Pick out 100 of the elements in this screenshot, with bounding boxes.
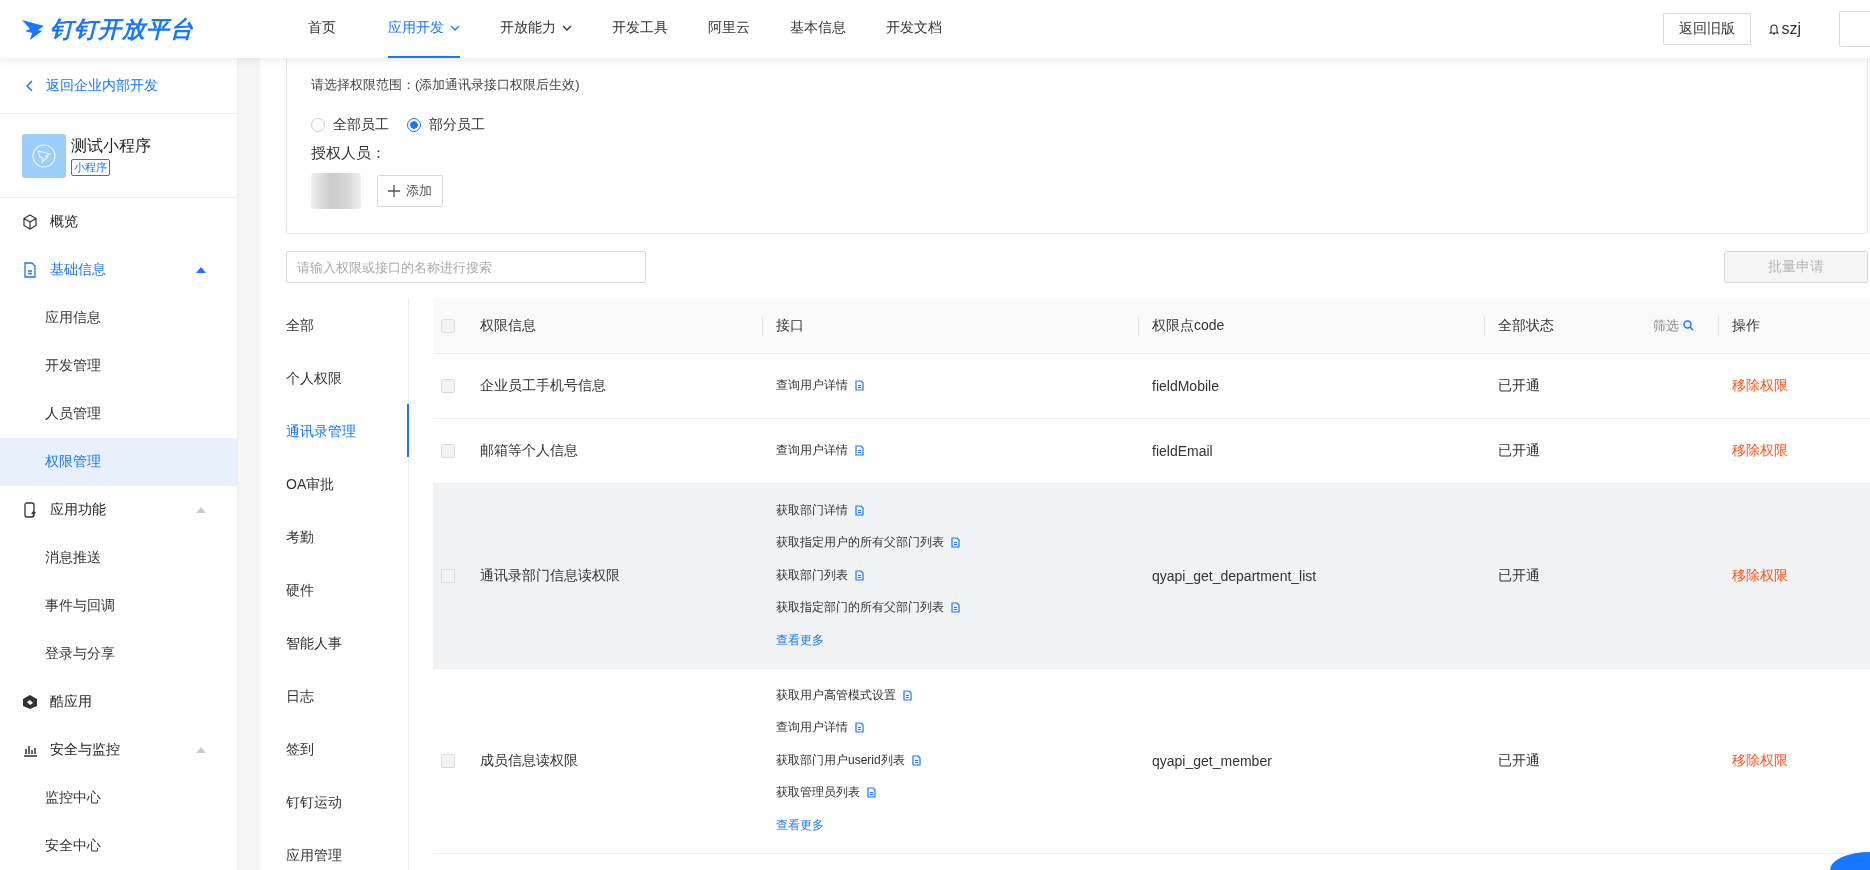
- table-cell: qyapi_get_member: [1152, 753, 1272, 769]
- category-tab[interactable]: 钉钉运动: [286, 775, 409, 828]
- chevron-down-icon: [562, 25, 572, 31]
- category-tab[interactable]: 考勤: [286, 510, 409, 563]
- sidebar-item[interactable]: 安全与监控: [0, 726, 237, 774]
- phone-bolt-icon: [22, 502, 38, 518]
- document-icon: [867, 787, 876, 799]
- table-cell: 成员信息读权限: [480, 752, 578, 770]
- category-tab[interactable]: 通讯录管理: [286, 404, 409, 457]
- checkbox[interactable]: [441, 318, 455, 333]
- category-tab[interactable]: 应用管理: [286, 828, 409, 870]
- sidebar-item[interactable]: 安全中心: [0, 822, 237, 870]
- old-version-button[interactable]: 返回旧版: [1663, 13, 1752, 45]
- checkbox[interactable]: [441, 444, 455, 458]
- app-name: 测试小程序: [71, 135, 151, 156]
- category-tab[interactable]: OA审批: [286, 457, 409, 510]
- table-cell: fieldMobile: [1152, 378, 1219, 394]
- table-cell: 已开通: [1498, 377, 1540, 395]
- category-tab[interactable]: 智能人事: [286, 616, 409, 669]
- radio-option[interactable]: 部分员工: [407, 116, 485, 134]
- document-icon: [855, 379, 864, 391]
- api-name: 获取指定用户的所有父部门列表: [776, 534, 944, 552]
- document-icon: [855, 504, 864, 516]
- add-button[interactable]: 添加: [377, 175, 443, 207]
- api-name: 查询用户详情: [776, 719, 848, 737]
- document-icon: [22, 262, 38, 278]
- avatar: [311, 173, 361, 209]
- api-name: 获取管理员列表: [776, 784, 860, 802]
- user-name[interactable]: szj: [1781, 20, 1801, 38]
- chevron-down-icon: [450, 25, 460, 31]
- nav-tab[interactable]: 开发工具: [612, 0, 668, 58]
- filter-link[interactable]: 筛选: [1653, 316, 1694, 335]
- api-name: 获取部门用户userid列表: [776, 751, 905, 769]
- back-link[interactable]: 返回企业内部开发: [0, 58, 237, 114]
- document-icon: [855, 722, 864, 734]
- column-header: 操作: [1732, 316, 1760, 335]
- radio-label: 部分员工: [429, 116, 485, 134]
- scope-hint: 请选择权限范围：(添加通讯录接口权限后生效): [311, 76, 581, 94]
- nav-tab[interactable]: 基本信息: [790, 0, 846, 58]
- search-icon: [1683, 320, 1694, 331]
- document-icon: [855, 569, 864, 581]
- radio-option[interactable]: 全部员工: [311, 116, 389, 134]
- plus-icon: [388, 185, 400, 197]
- category-tab[interactable]: 日志: [286, 669, 409, 722]
- table-cell: qyapi_get_department_list: [1152, 568, 1317, 584]
- app-tag: 小程序: [71, 158, 110, 176]
- document-icon: [951, 602, 960, 614]
- sidebar-item[interactable]: 监控中心: [0, 774, 237, 822]
- api-name: 查询用户详情: [776, 441, 848, 459]
- column-header: 权限点code: [1152, 316, 1225, 335]
- search-field[interactable]: 请输入权限或接口的名称进行搜索: [286, 251, 646, 283]
- view-more-link[interactable]: 查看更多: [776, 809, 824, 841]
- table-cell: fieldEmail: [1152, 443, 1213, 459]
- category-tab[interactable]: 个人权限: [286, 351, 409, 404]
- category-tab[interactable]: 硬件: [286, 563, 409, 616]
- table-cell: 通讯录部门信息读权限: [480, 567, 620, 585]
- radio-label: 全部员工: [333, 116, 389, 134]
- document-icon: [855, 444, 864, 456]
- cube-icon: [22, 694, 38, 710]
- chevron-left-icon: [26, 79, 34, 92]
- nav-tab[interactable]: 首页: [308, 0, 336, 58]
- view-more-link[interactable]: 查看更多: [776, 624, 824, 656]
- category-tab[interactable]: 全部: [286, 298, 409, 351]
- sidebar-item[interactable]: 酷应用: [0, 678, 237, 726]
- document-icon: [951, 537, 960, 549]
- authorized-label: 授权人员：: [311, 144, 387, 163]
- checkbox[interactable]: [441, 754, 455, 768]
- nav-tab[interactable]: 开发文档: [886, 0, 942, 58]
- sidebar-item[interactable]: 人员管理: [0, 390, 237, 438]
- column-header: 接口: [776, 316, 804, 335]
- sidebar-item[interactable]: 应用信息: [0, 294, 237, 342]
- sidebar-item[interactable]: 消息推送: [0, 534, 237, 582]
- api-name: 获取指定部门的所有父部门列表: [776, 599, 944, 617]
- table-cell: 已开通: [1498, 752, 1540, 770]
- checkbox[interactable]: [441, 379, 455, 393]
- header-button[interactable]: [1839, 11, 1870, 47]
- table-cell: 已开通: [1498, 567, 1540, 585]
- api-name: 获取用户高管模式设置: [776, 686, 896, 704]
- app-logo-icon: [31, 142, 57, 169]
- logo-icon: [20, 17, 46, 41]
- document-icon: [903, 689, 912, 701]
- sidebar-item[interactable]: 概览: [0, 198, 237, 246]
- cube-icon: [22, 214, 38, 230]
- table-cell: 企业员工手机号信息: [480, 377, 606, 395]
- sidebar-item[interactable]: 基础信息: [0, 246, 237, 294]
- api-name: 获取部门列表: [776, 566, 848, 584]
- category-tab[interactable]: 签到: [286, 722, 409, 775]
- sidebar-item[interactable]: 登录与分享: [0, 630, 237, 678]
- sidebar-item[interactable]: 应用功能: [0, 486, 237, 534]
- api-name: 获取部门详情: [776, 501, 848, 519]
- sidebar-item[interactable]: 事件与回调: [0, 582, 237, 630]
- table-cell: 邮箱等个人信息: [480, 442, 578, 460]
- bell-icon: [1769, 23, 1780, 35]
- column-header: 全部状态: [1498, 316, 1554, 335]
- nav-tab[interactable]: 阿里云: [708, 0, 750, 58]
- nav-tab[interactable]: 开放能力: [500, 0, 572, 58]
- sidebar-item[interactable]: 开发管理: [0, 342, 237, 390]
- radio-button[interactable]: [407, 118, 421, 132]
- api-name: 查询用户详情: [776, 376, 848, 394]
- sidebar-item[interactable]: 权限管理: [0, 438, 237, 486]
